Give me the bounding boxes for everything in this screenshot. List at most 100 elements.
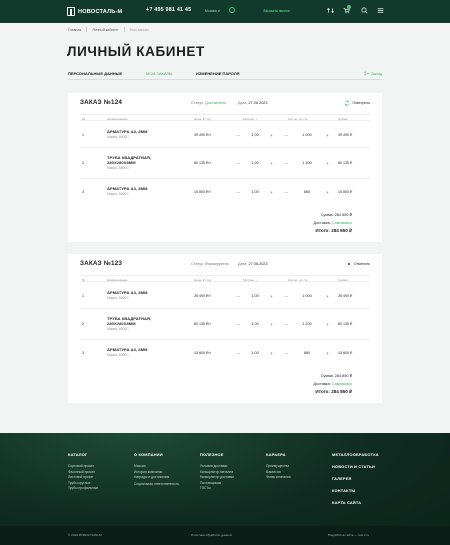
tab-personal-data[interactable]: ПЕРСОНАЛЬНЫЕ ДАННЫЕ <box>68 71 122 76</box>
increment-button[interactable]: + <box>269 294 274 299</box>
decrement-button[interactable]: − <box>284 133 289 138</box>
footer-heading[interactable]: О КОМПАНИИ <box>134 452 186 457</box>
repeat-order-button[interactable]: Повторить <box>344 100 370 106</box>
meterage-stepper[interactable]: − 1,00 + <box>236 131 274 139</box>
increment-button[interactable]: + <box>325 133 330 138</box>
increment-button[interactable]: + <box>269 161 274 166</box>
footer-heading[interactable]: КАТАЛОГ <box>68 452 98 457</box>
footer-link[interactable]: Социальная ответственность <box>134 482 186 486</box>
decrement-button[interactable]: − <box>284 322 289 327</box>
meterage-stepper[interactable]: − 1,00 + <box>236 320 274 328</box>
footer-link[interactable]: Трубы профильные <box>68 486 98 492</box>
increment-button[interactable]: + <box>269 190 274 195</box>
footer-heading[interactable]: МЕТАЛЛООБРАБОТКА <box>332 452 379 457</box>
decrement-button[interactable]: − <box>284 294 289 299</box>
order-status: Статус: Доставлено <box>191 101 226 105</box>
count-stepper[interactable]: − 1 200 + <box>284 159 330 167</box>
row-index: 1 <box>82 133 84 137</box>
count-stepper[interactable]: − 860 + <box>284 349 330 357</box>
meterage-stepper[interactable]: − 1,00 + <box>236 159 274 167</box>
increment-button[interactable]: + <box>325 294 330 299</box>
count-stepper[interactable]: − 860 + <box>284 188 330 196</box>
table-header: № Наименование Цена, ₽ / ед. Метраж, т К… <box>80 275 370 282</box>
product-name[interactable]: ТРУБА КВАДРАТНАЯ, 280Х280Х8ММ <box>107 155 167 165</box>
footer-link[interactable]: Калькулятор доставки <box>200 475 234 481</box>
product-name[interactable]: АРМАТУРА А3, 8ММ <box>107 347 148 352</box>
footer-link[interactable]: Фомы компании <box>266 475 291 481</box>
city-selector[interactable]: Москва ∨ <box>205 9 220 13</box>
count-value[interactable]: 1 000 <box>302 133 312 137</box>
callback-link[interactable]: Заказать звонок <box>263 9 290 13</box>
count-value[interactable]: 1 200 <box>302 161 312 165</box>
increment-button[interactable]: + <box>269 351 274 356</box>
decrement-button[interactable]: − <box>284 351 289 356</box>
increment-button[interactable]: + <box>269 322 274 327</box>
table-row: 3 АРМАТУРА А3, 8ММ Марка: А500С 15 800 ₽… <box>80 340 370 366</box>
table-header: № Наименование Цена, ₽ / ед. Метраж, т К… <box>80 114 370 121</box>
footer-heading[interactable]: КАРТА САЙТА <box>332 500 379 505</box>
col-qty: Метраж, т <box>243 116 257 121</box>
increment-button[interactable]: + <box>325 190 330 195</box>
footer-heading[interactable]: КАРЬЕРА <box>266 452 291 457</box>
count-value[interactable]: 860 <box>304 351 310 355</box>
privacy-policy-link[interactable]: Политика обработки данных <box>191 533 232 537</box>
decrement-button[interactable]: − <box>236 161 241 166</box>
decrement-button[interactable]: − <box>236 351 241 356</box>
decrement-button[interactable]: − <box>236 133 241 138</box>
increment-button[interactable]: + <box>325 351 330 356</box>
search-icon[interactable] <box>361 7 368 14</box>
logout-link[interactable]: Выход <box>364 71 382 76</box>
logo[interactable]: НОВОСТАЛЬ-М <box>67 7 122 16</box>
product-name[interactable]: АРМАТУРА А3, 8ММ <box>107 186 148 191</box>
row-sum: 39 490 ₽ <box>338 133 353 137</box>
product-name[interactable]: ТРУБА КВАДРАТНАЯ, 280Х280Х8ММ <box>107 316 167 326</box>
footer-link[interactable]: Награды и достижения <box>134 475 186 481</box>
developer-link[interactable]: Разработка сайта — lets.c.ru <box>328 533 369 537</box>
count-value[interactable]: 860 <box>304 190 310 194</box>
decrement-button[interactable]: − <box>236 190 241 195</box>
footer-link[interactable]: Преимущества <box>266 464 291 470</box>
cancel-order-button[interactable]: Отменить <box>346 261 370 267</box>
footer-heading[interactable]: НОВОСТИ И СТАТЬИ <box>332 464 379 469</box>
count-value[interactable]: 1 000 <box>302 294 312 298</box>
footer-link[interactable]: Сортовой прокат <box>68 464 98 470</box>
breadcrumb-home[interactable]: Главная <box>68 28 81 32</box>
footer-heading[interactable]: ГАЛЕРЕЯ <box>332 476 379 481</box>
meterage-stepper[interactable]: − 1,00 + <box>236 292 274 300</box>
meterage-value[interactable]: 1,00 <box>251 161 258 165</box>
tab-my-orders[interactable]: МОИ ЗАКАЗЫ <box>146 71 172 76</box>
footer-link[interactable]: ГОСТы <box>200 486 234 492</box>
count-value[interactable]: 1 200 <box>302 322 312 326</box>
decrement-button[interactable]: − <box>284 190 289 195</box>
product-name[interactable]: АРМАТУРА А3, 8ММ <box>107 129 148 134</box>
increment-button[interactable]: + <box>325 322 330 327</box>
footer-career: КАРЬЕРА Преимущества Вакансии Фомы компа… <box>266 452 291 481</box>
meterage-stepper[interactable]: − 1,00 + <box>236 188 274 196</box>
count-stepper[interactable]: − 1 000 + <box>284 131 330 139</box>
product-name[interactable]: АРМАТУРА А3, 8ММ <box>107 290 148 295</box>
phone-number[interactable]: +7 495 981 41 45 <box>146 7 191 13</box>
tab-change-password[interactable]: ИЗМЕНЕНИЕ ПАРОЛЯ <box>196 71 240 76</box>
row-sum: 15 800 ₽ <box>338 351 353 355</box>
increment-button[interactable]: + <box>269 133 274 138</box>
footer-heading[interactable]: ПОЛЕЗНОЕ <box>200 452 234 457</box>
meterage-value[interactable]: 1,00 <box>251 322 258 326</box>
compare-icon[interactable] <box>327 7 334 14</box>
count-stepper[interactable]: − 1 000 + <box>284 292 330 300</box>
footer-heading[interactable]: КОНТАКТЫ <box>332 488 379 493</box>
meterage-value[interactable]: 1,00 <box>251 294 258 298</box>
meterage-value[interactable]: 1,00 <box>251 190 258 194</box>
decrement-button[interactable]: − <box>284 161 289 166</box>
count-stepper[interactable]: − 1 200 + <box>284 320 330 328</box>
meterage-stepper[interactable]: − 1,00 + <box>236 349 274 357</box>
breadcrumb-account[interactable]: Личный кабинет <box>92 28 118 32</box>
decrement-button[interactable]: − <box>236 322 241 327</box>
decrement-button[interactable]: − <box>236 294 241 299</box>
logout-label: Выход <box>371 71 382 76</box>
account-tabs: ПЕРСОНАЛЬНЫЕ ДАННЫЕ МОИ ЗАКАЗЫ ИЗМЕНЕНИЕ… <box>68 70 382 80</box>
meterage-value[interactable]: 1,00 <box>251 351 258 355</box>
increment-button[interactable]: + <box>325 161 330 166</box>
meterage-value[interactable]: 1,00 <box>251 133 258 137</box>
repeat-icon <box>345 100 350 105</box>
menu-icon[interactable] <box>377 7 384 14</box>
